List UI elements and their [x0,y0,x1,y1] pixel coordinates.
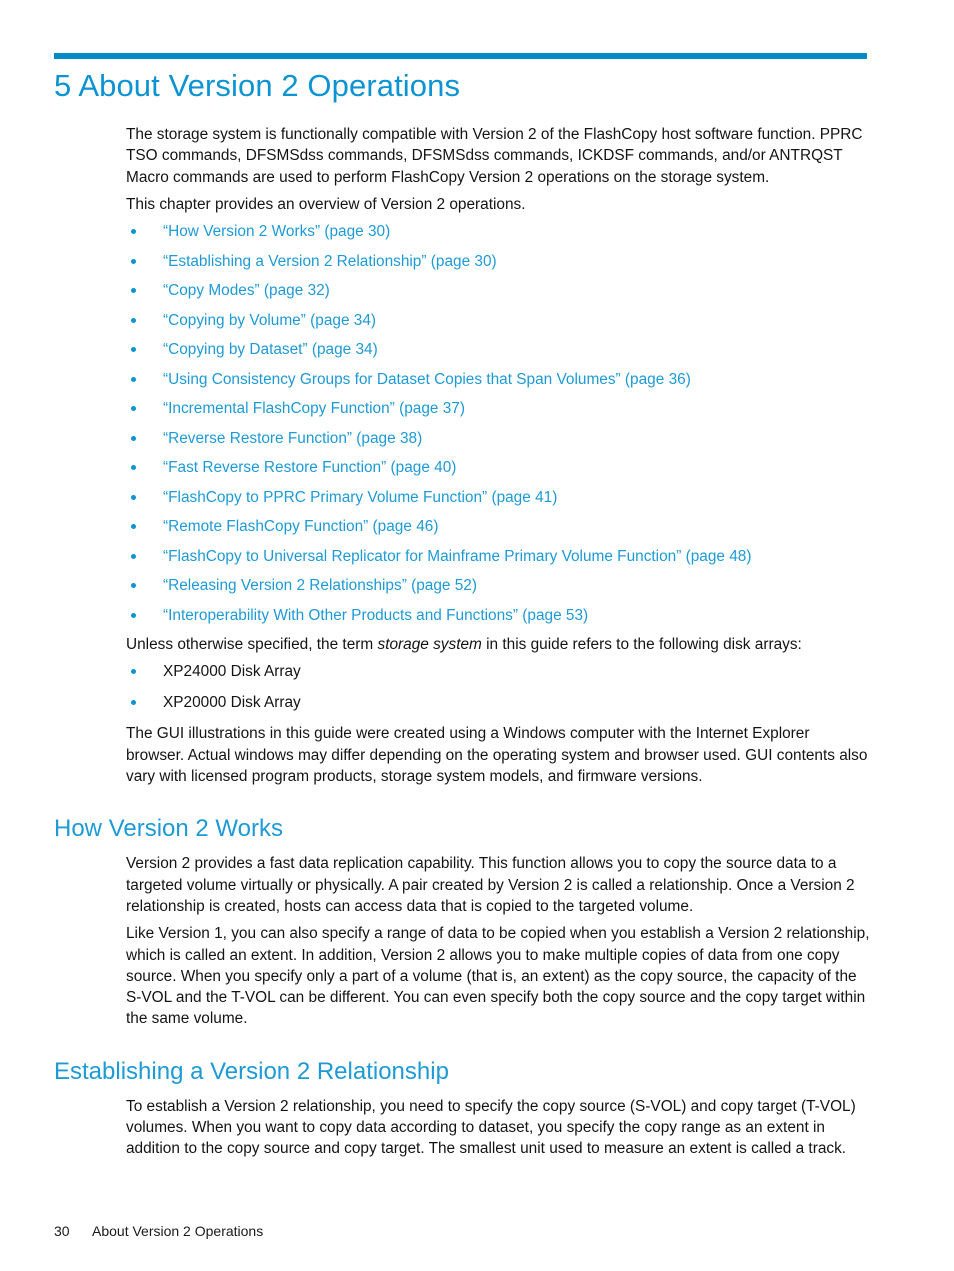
list-item: “Reverse Restore Function” (page 38) [126,428,870,449]
list-item: “Copying by Volume” (page 34) [126,310,870,331]
storage-term-trail: in this guide refers to the following di… [481,636,802,654]
header-accent-rule [54,53,867,59]
list-item: “Incremental FlashCopy Function” (page 3… [126,398,870,419]
toc-link-interoperability-with-other-products[interactable]: “Interoperability With Other Products an… [163,607,588,624]
list-item: “FlashCopy to PPRC Primary Volume Functi… [126,487,870,508]
document-page: 5 About Version 2 Operations The storage… [0,0,954,1271]
gui-illustrations-note: The GUI illustrations in this guide were… [126,725,868,786]
disk-array-list: XP24000 Disk Array XP20000 Disk Array [126,661,870,713]
list-item: “Using Consistency Groups for Dataset Co… [126,369,870,390]
storage-system-term: storage system [377,636,482,654]
toc-link-copying-by-dataset[interactable]: “Copying by Dataset” (page 34) [163,341,378,358]
section-body-how-version-2-works: Version 2 provides a fast data replicati… [126,853,870,1029]
chapter-intro-block: The storage system is functionally compa… [126,124,870,787]
chapter-intro-paragraph-1: The storage system is functionally compa… [126,126,863,186]
storage-term-lead: Unless otherwise specified, the term [126,636,378,654]
storage-system-term-paragraph: Unless otherwise specified, the term sto… [126,634,870,655]
list-item: “Copy Modes” (page 32) [126,280,870,301]
toc-link-incremental-flashcopy-function[interactable]: “Incremental FlashCopy Function” (page 3… [163,400,465,417]
footer-page-number: 30 [54,1223,70,1239]
list-item: “Copying by Dataset” (page 34) [126,339,870,360]
chapter-intro-paragraph-2: This chapter provides an overview of Ver… [126,195,526,213]
toc-link-flashcopy-to-universal-replicator[interactable]: “FlashCopy to Universal Replicator for M… [163,548,752,565]
list-item: “Remote FlashCopy Function” (page 46) [126,516,870,537]
establishing-relationship-paragraph-1: To establish a Version 2 relationship, y… [126,1097,856,1158]
disk-array-xp24000: XP24000 Disk Array [163,663,301,681]
toc-link-flashcopy-to-pprc-primary-volume-function[interactable]: “FlashCopy to PPRC Primary Volume Functi… [163,489,557,506]
chapter-toc-list: “How Version 2 Works” (page 30) “Establi… [126,221,870,626]
section-heading-how-version-2-works: How Version 2 Works [54,815,283,843]
toc-link-copying-by-volume[interactable]: “Copying by Volume” (page 34) [163,312,376,329]
toc-link-copy-modes[interactable]: “Copy Modes” (page 32) [163,282,330,299]
list-item: “FlashCopy to Universal Replicator for M… [126,546,870,567]
toc-link-how-version-2-works[interactable]: “How Version 2 Works” (page 30) [163,223,390,240]
toc-link-fast-reverse-restore-function[interactable]: “Fast Reverse Restore Function” (page 40… [163,459,456,476]
toc-link-using-consistency-groups[interactable]: “Using Consistency Groups for Dataset Co… [163,371,691,388]
toc-link-remote-flashcopy-function[interactable]: “Remote FlashCopy Function” (page 46) [163,518,438,535]
list-item: XP24000 Disk Array [126,661,870,682]
page-content: 5 About Version 2 Operations The storage… [54,66,870,1166]
page-footer: 30 About Version 2 Operations [54,1222,870,1240]
chapter-title: 5 About Version 2 Operations [54,68,461,103]
list-item: “Fast Reverse Restore Function” (page 40… [126,457,870,478]
disk-array-xp20000: XP20000 Disk Array [163,694,301,712]
toc-link-releasing-version-2-relationships[interactable]: “Releasing Version 2 Relationships” (pag… [163,577,477,594]
toc-link-establishing-a-version-2-relationship[interactable]: “Establishing a Version 2 Relationship” … [163,253,497,270]
section-body-establishing-a-version-2-relationship: To establish a Version 2 relationship, y… [126,1096,870,1160]
toc-link-reverse-restore-function[interactable]: “Reverse Restore Function” (page 38) [163,430,422,447]
list-item: “Interoperability With Other Products an… [126,605,870,626]
footer-chapter-title: About Version 2 Operations [92,1223,264,1239]
section-heading-establishing-a-version-2-relationship: Establishing a Version 2 Relationship [54,1057,449,1085]
list-item: “Establishing a Version 2 Relationship” … [126,251,870,272]
how-version-2-works-paragraph-1: Version 2 provides a fast data replicati… [126,855,855,915]
list-item: “How Version 2 Works” (page 30) [126,221,870,242]
list-item: XP20000 Disk Array [126,692,870,713]
how-version-2-works-paragraph-2: Like Version 1, you can also specify a r… [126,925,870,1028]
list-item: “Releasing Version 2 Relationships” (pag… [126,575,870,596]
